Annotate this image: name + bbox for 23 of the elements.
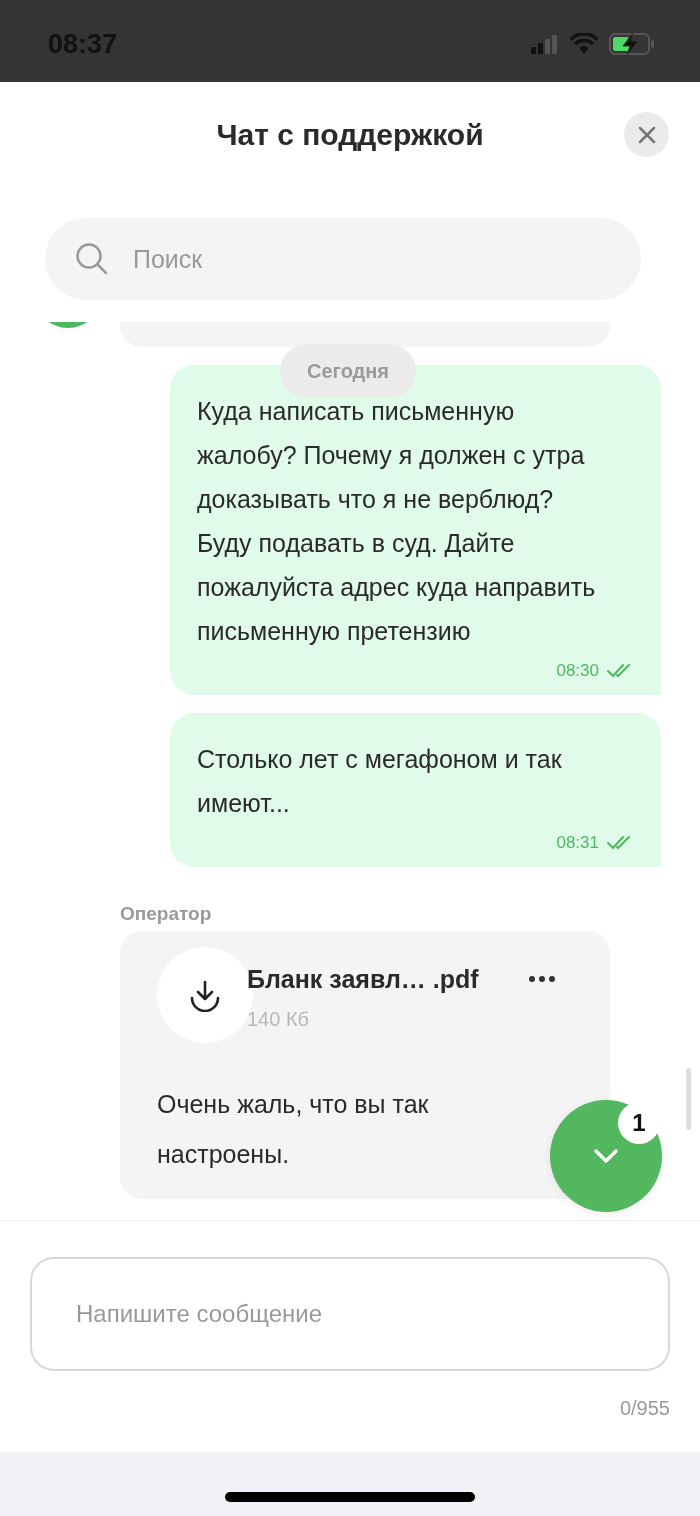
close-button[interactable] [624, 112, 669, 157]
message-text: Очень жаль, что вы так настроены. [157, 1089, 430, 1170]
message-text: Столько лет с мегафоном и так имеют... [197, 744, 563, 819]
character-counter: 0/955 [619, 1397, 670, 1420]
battery-icon [609, 32, 655, 56]
message-text: Куда написать письменную жалобу? Почему я должен с утра доказывать что я не верблюд? Буду подавать в суд. Дайте пожалуйста адрес куда направить письменную претензию [197, 396, 597, 647]
wifi-icon [569, 33, 599, 55]
search-field[interactable]: Поиск [45, 218, 641, 300]
file-size: 140 Кб [247, 1008, 311, 1031]
message-time: 08:30 [556, 661, 599, 681]
search-icon [75, 242, 109, 276]
sender-name: Оператор [120, 903, 213, 925]
file-name[interactable]: Бланк заявл… .pdf [247, 965, 522, 994]
chevron-down-icon [593, 1148, 619, 1164]
message-field[interactable]: Напишите сообщение [30, 1257, 670, 1371]
close-icon [637, 125, 656, 144]
scrollbar [686, 1068, 691, 1130]
date-label: Сегодня [280, 344, 417, 398]
chat-title: Чат с поддержкой [216, 118, 484, 152]
message-time: 08:31 [556, 833, 599, 853]
signal-icon [531, 34, 559, 54]
more-icon[interactable] [528, 975, 556, 983]
download-icon [188, 978, 222, 1012]
